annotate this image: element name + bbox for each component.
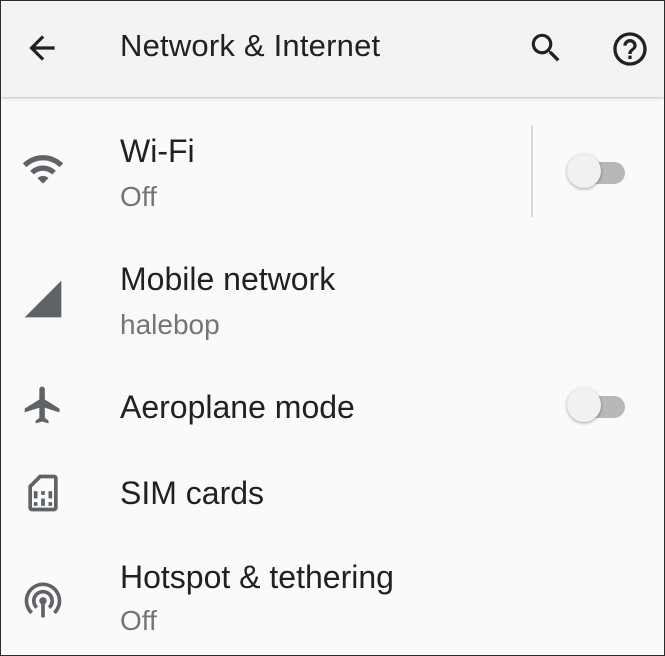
item-title: Mobile network bbox=[120, 261, 336, 297]
item-summary: Off bbox=[120, 605, 157, 636]
item-title: Hotspot & tethering bbox=[120, 559, 394, 595]
item-title: SIM cards bbox=[120, 475, 265, 511]
item-title: Aeroplane mode bbox=[120, 389, 355, 425]
item-title: Wi-Fi bbox=[120, 133, 195, 169]
page-title: Network & Internet bbox=[120, 28, 381, 63]
airplane-icon bbox=[21, 383, 65, 427]
switch-thumb bbox=[567, 154, 601, 188]
item-summary: halebop bbox=[120, 309, 220, 340]
sim-card-icon bbox=[21, 471, 65, 515]
wifi-icon bbox=[21, 147, 65, 191]
wifi-toggle[interactable] bbox=[567, 154, 629, 190]
list-item-hotspot-tethering[interactable]: Hotspot & tethering Off bbox=[1, 535, 664, 655]
aeroplane-mode-toggle[interactable] bbox=[567, 388, 629, 424]
help-icon[interactable] bbox=[610, 29, 650, 69]
cellular-signal-icon bbox=[21, 277, 65, 321]
switch-thumb bbox=[567, 388, 601, 422]
app-bar: Network & Internet bbox=[1, 1, 664, 97]
list-item-wifi[interactable]: Wi-Fi Off bbox=[1, 99, 664, 229]
search-icon[interactable] bbox=[527, 29, 565, 67]
divider bbox=[531, 125, 533, 217]
list-item-mobile-network[interactable]: Mobile network halebop bbox=[1, 229, 664, 357]
arrow-back-icon[interactable] bbox=[23, 29, 61, 67]
item-summary: Off bbox=[120, 181, 157, 212]
list-item-sim-cards[interactable]: SIM cards bbox=[1, 453, 664, 535]
screen: Network & Internet Wi-Fi Off Mobile netw… bbox=[0, 0, 665, 656]
hotspot-icon bbox=[21, 577, 65, 621]
list-item-aeroplane-mode[interactable]: Aeroplane mode bbox=[1, 357, 664, 453]
